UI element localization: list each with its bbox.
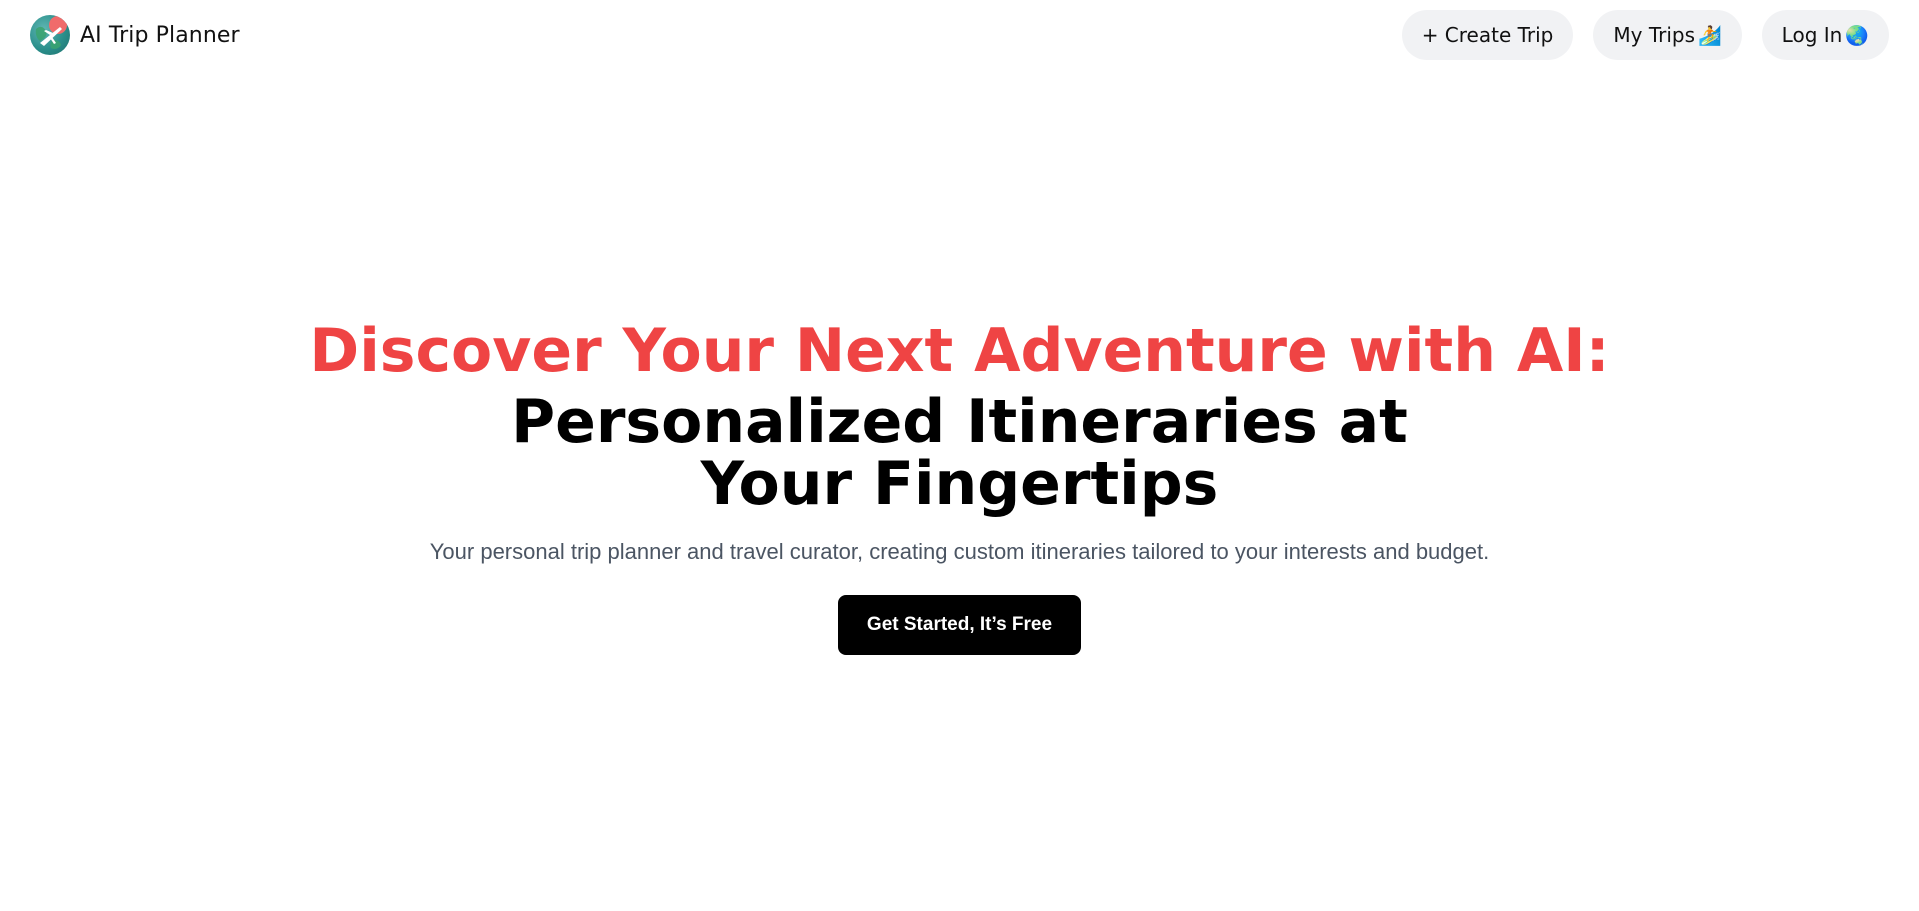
globe-icon: 🌏 xyxy=(1845,24,1869,47)
brand[interactable]: AI Trip Planner xyxy=(30,15,240,55)
login-button[interactable]: Log In 🌏 xyxy=(1761,10,1889,60)
globe-airplane-icon xyxy=(30,15,70,55)
page: AI Trip Planner + Create Trip My Trips 🏄… xyxy=(0,0,1919,911)
surfer-icon: 🏄 xyxy=(1698,24,1722,47)
get-started-button[interactable]: Get Started, It’s Free xyxy=(838,595,1081,655)
brand-name: AI Trip Planner xyxy=(80,22,240,48)
top-navbar: AI Trip Planner + Create Trip My Trips 🏄… xyxy=(0,0,1919,70)
hero-headline: Personalized Itineraries at Your Fingert… xyxy=(511,387,1408,519)
main-nav: + Create Trip My Trips 🏄 Log In 🌏 xyxy=(1401,10,1889,60)
hero-headline-accent: Discover Your Next Adventure with AI: xyxy=(309,316,1610,386)
create-trip-button[interactable]: + Create Trip xyxy=(1401,10,1574,60)
my-trips-button[interactable]: My Trips 🏄 xyxy=(1593,10,1742,60)
get-started-label: Get Started, It’s Free xyxy=(866,614,1053,635)
hero-subtitle: Your personal trip planner and travel cu… xyxy=(429,539,1490,564)
create-trip-label: + Create Trip xyxy=(1421,23,1554,47)
hero-section: Discover Your Next Adventure with AI: Pe… xyxy=(0,315,1919,655)
login-label: Log In xyxy=(1781,23,1843,47)
my-trips-label: My Trips xyxy=(1613,23,1695,47)
